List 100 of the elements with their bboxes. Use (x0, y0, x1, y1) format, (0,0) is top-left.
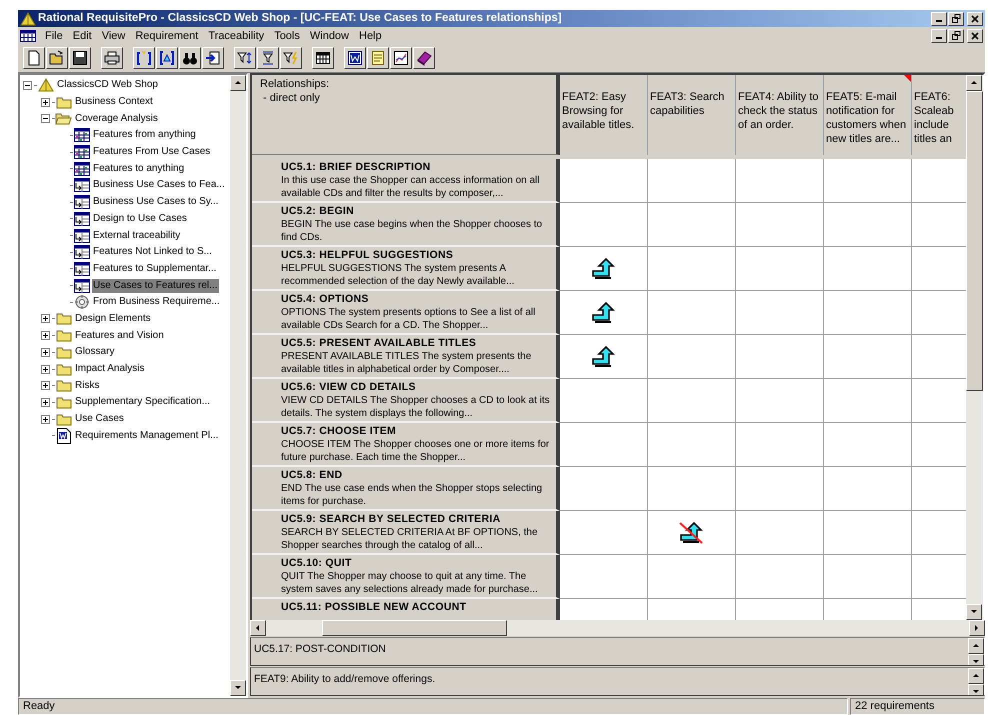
menu-item[interactable]: Traceability (203, 28, 270, 42)
matrix-cell[interactable] (824, 423, 912, 467)
row-header[interactable]: UC5.2: BEGIN BEGIN The use case begins when the Shopper chooses to find CDs. (252, 203, 560, 247)
expander-icon[interactable] (40, 364, 50, 374)
matrix-cell[interactable] (912, 423, 966, 467)
row-header[interactable]: UC5.5: PRESENT AVAILABLE TITLES PRESENT AVAILABLE TITLES The system presents the available titles in alphabetical order by Composer.... (252, 335, 560, 379)
document-restore-button[interactable] (948, 28, 964, 42)
matrix-cell[interactable] (736, 379, 824, 423)
matrix-cell[interactable] (824, 291, 912, 335)
menu-item[interactable]: Window (304, 28, 354, 42)
document-close-button[interactable] (967, 28, 983, 42)
matrix-cell[interactable] (560, 159, 648, 203)
tree-item[interactable]: Design Elements (74, 312, 152, 326)
matrix-cell[interactable] (648, 291, 736, 335)
matrix-cell[interactable] (912, 247, 966, 291)
matrix-cell[interactable] (824, 379, 912, 423)
scroll-thumb[interactable] (322, 620, 507, 636)
tree-item[interactable]: Business Use Cases to Fea... (92, 178, 226, 192)
matrix-cell[interactable] (736, 291, 824, 335)
matrix-cell[interactable] (824, 511, 912, 555)
menu-item[interactable]: Tools (269, 28, 305, 42)
row-header[interactable]: UC5.6: VIEW CD DETAILS VIEW CD DETAILS The Shopper chooses a CD to look at its details. The system displays the following... (252, 379, 560, 423)
matrix-cell[interactable] (824, 159, 912, 203)
expander-icon[interactable] (40, 331, 50, 340)
matrix-cell[interactable] (912, 335, 966, 379)
matrix-cell[interactable] (560, 467, 648, 511)
menu-item[interactable]: Help (354, 28, 387, 42)
menu-item[interactable]: View (96, 28, 130, 42)
import-arrow-button[interactable] (202, 47, 224, 69)
expander-icon[interactable] (40, 98, 50, 107)
tree-item[interactable]: Supplementary Specification... (74, 395, 212, 410)
tree-item[interactable]: Impact Analysis (74, 362, 146, 376)
horizontal-scrollbar[interactable] (250, 620, 985, 636)
expander-icon[interactable] (40, 398, 50, 407)
matrix-cell[interactable] (648, 555, 736, 599)
matrix-cell[interactable] (912, 159, 966, 203)
column-header[interactable]: FEAT5: E-mail notification for customers when new titles are... (824, 75, 912, 155)
matrix-cell[interactable] (912, 511, 966, 555)
matrix-cell[interactable] (648, 335, 736, 379)
matrix-cell[interactable] (824, 555, 912, 599)
tree-item[interactable]: Features to anything (92, 162, 186, 176)
matrix-cell[interactable] (736, 159, 824, 203)
expander-icon[interactable] (40, 114, 50, 124)
scroll-up-button[interactable] (968, 668, 984, 684)
matrix-cell[interactable] (560, 291, 648, 335)
matrix-cell[interactable] (648, 203, 736, 247)
menu-item[interactable]: Edit (68, 28, 97, 42)
vertical-scrollbar[interactable] (966, 75, 983, 620)
matrix-cell[interactable] (560, 511, 648, 555)
matrix-cell[interactable] (648, 247, 736, 291)
tree-item[interactable]: Risks (74, 378, 100, 393)
filter-lightning-button[interactable] (280, 47, 302, 69)
matrix-cell[interactable] (912, 203, 966, 247)
matrix-cell[interactable] (648, 511, 736, 555)
matrix-cell[interactable] (824, 335, 912, 379)
expander-icon[interactable] (22, 80, 32, 90)
matrix-cell[interactable] (648, 159, 736, 203)
matrix-cell[interactable] (560, 555, 648, 599)
tree-item[interactable]: Features Not Linked to S... (92, 245, 213, 260)
bracket-triangle-button[interactable] (156, 47, 178, 69)
expander-icon[interactable] (40, 414, 50, 424)
matrix-cell[interactable] (648, 379, 736, 423)
tree-item[interactable]: Use Cases (74, 412, 125, 426)
row-header[interactable]: UC5.3: HELPFUL SUGGESTIONS HELPFUL SUGGESTIONS The system presents A recommended selection of the day Newly available... (252, 247, 560, 291)
tree-item[interactable]: From Business Requireme... (92, 295, 221, 310)
matrix-cell[interactable] (648, 423, 736, 467)
scroll-up-button[interactable] (966, 75, 982, 91)
expander-icon[interactable] (40, 381, 50, 390)
tree-item[interactable]: Coverage Analysis (74, 112, 159, 126)
tree-item[interactable]: ClassicsCD Web Shop (56, 78, 159, 92)
matrix-cell[interactable] (912, 555, 966, 599)
tree-item[interactable]: Glossary (74, 345, 116, 360)
row-header[interactable]: UC5.9: SEARCH BY SELECTED CRITERIA SEARCH BY SELECTED CRITERIA At BF OPTIONS, the Shopper searches through the catalog of all... (252, 511, 560, 555)
scroll-up-button[interactable] (968, 638, 984, 654)
matrix-cell[interactable] (824, 247, 912, 291)
scroll-up-button[interactable] (230, 75, 246, 91)
column-header[interactable]: FEAT4: Ability to check the status of an order. (736, 75, 824, 155)
matrix-cell[interactable] (736, 467, 824, 511)
tree-item[interactable]: Business Context (74, 95, 154, 110)
row-header[interactable]: UC5.7: CHOOSE ITEM CHOOSE ITEM The Shopper chooses one or more items for future purchase. Each time the Shopper... (252, 423, 560, 467)
scroll-right-button[interactable] (969, 620, 985, 636)
window-close-button[interactable] (967, 12, 983, 26)
binoculars-button[interactable] (179, 47, 201, 69)
tree-item[interactable]: Features From Use Cases (92, 145, 212, 160)
filter-button[interactable] (257, 47, 279, 69)
tree-item[interactable]: Requirements Management Pl... (74, 428, 220, 443)
column-header[interactable]: FEAT2: Easy Browsing for available titles. (560, 75, 648, 155)
tree-item[interactable]: Business Use Cases to Sy... (92, 195, 220, 210)
word-document-button[interactable] (344, 47, 366, 69)
scroll-left-button[interactable] (250, 620, 266, 636)
expander-icon[interactable] (40, 314, 50, 324)
matrix-cell[interactable] (736, 511, 824, 555)
row-header[interactable]: UC5.1: BRIEF DESCRIPTION In this use case the Shopper can access information on all available CDs and filter the results by composer,... (252, 159, 560, 203)
tree-item[interactable]: Use Cases to Features rel... (92, 278, 218, 293)
matrix-cell[interactable] (560, 379, 648, 423)
column-header[interactable]: FEAT3: Search capabilities (648, 75, 736, 155)
matrix-cell[interactable] (736, 203, 824, 247)
document-minimize-button[interactable] (931, 28, 947, 42)
matrix-cell[interactable] (824, 467, 912, 511)
printer-button[interactable] (101, 47, 123, 69)
